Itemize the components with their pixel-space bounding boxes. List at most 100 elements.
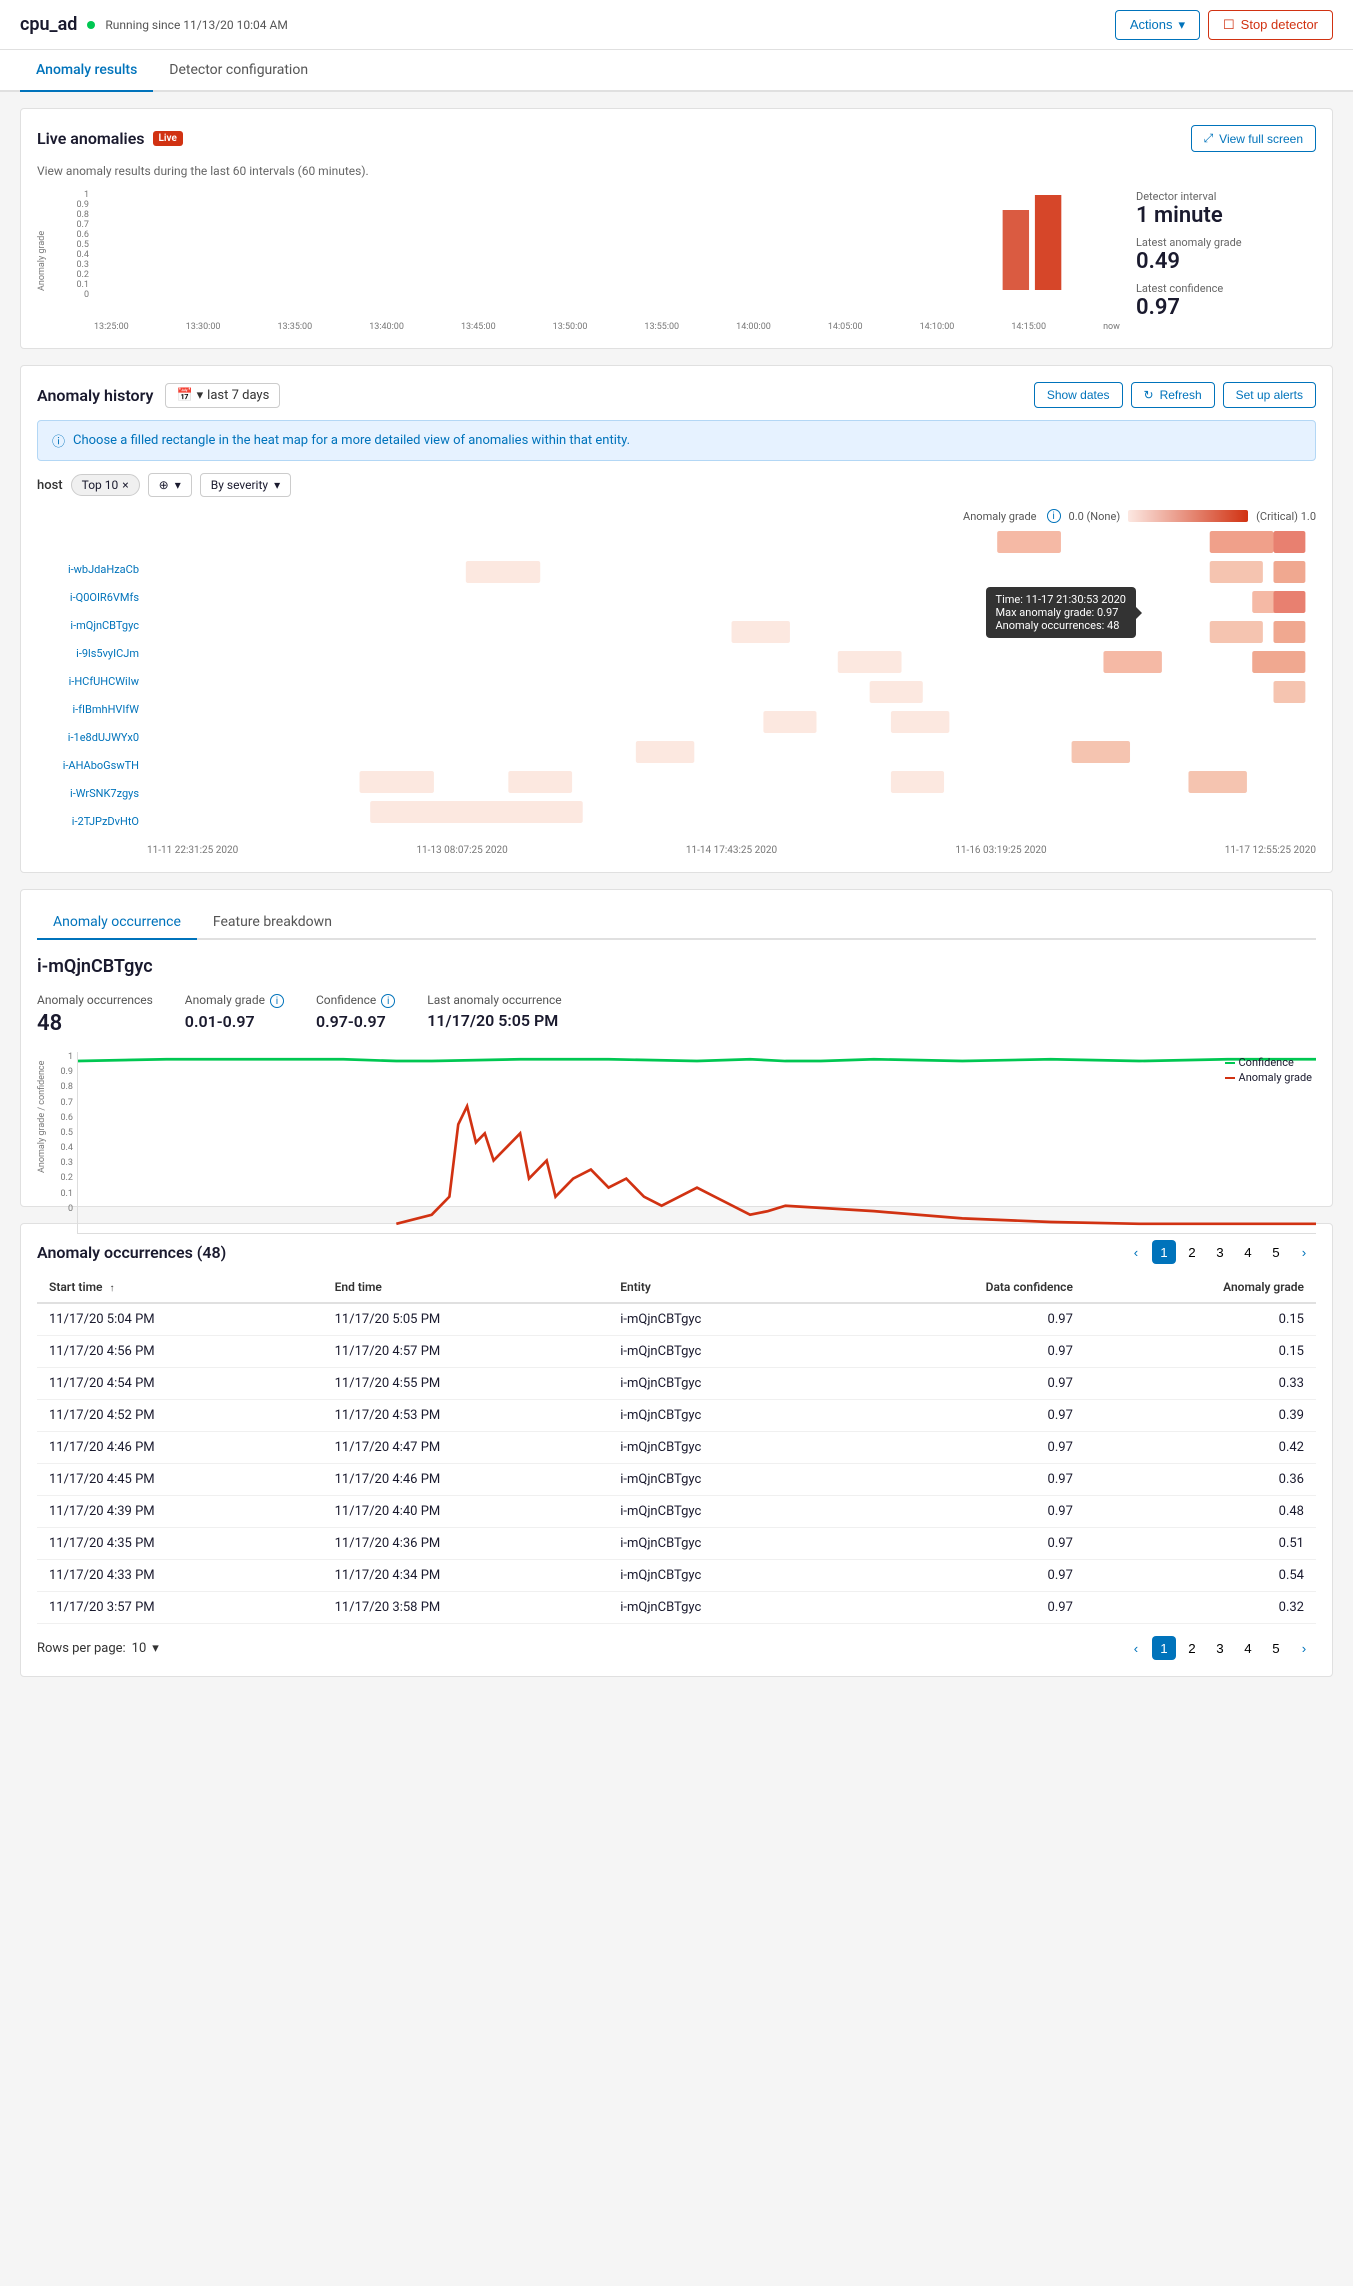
setup-alerts-button[interactable]: Set up alerts: [1223, 382, 1316, 408]
table-body: 11/17/20 5:04 PM 11/17/20 5:05 PM i-mQjn…: [37, 1303, 1316, 1624]
tooltip-occurrences: Anomaly occurrences: 48: [996, 619, 1127, 632]
occurrences-label: Anomaly occurrences: [37, 993, 153, 1007]
close-icon: ×: [122, 478, 128, 492]
bottom-page-1-button[interactable]: 1: [1152, 1636, 1176, 1660]
cell-grade-3: 0.39: [1085, 1400, 1316, 1432]
table-title: Anomaly occurrences (48): [37, 1243, 226, 1262]
top10-pill[interactable]: Top 10 ×: [71, 474, 140, 496]
bottom-page-5-button[interactable]: 5: [1264, 1636, 1288, 1660]
cell-end-9: 11/17/20 3:58 PM: [323, 1592, 609, 1624]
bottom-prev-page-button[interactable]: ‹: [1124, 1636, 1148, 1660]
mini-chart-area: Anomaly grade / confidence 10.90.80.70.6…: [37, 1052, 1316, 1182]
cell-grade-0: 0.15: [1085, 1303, 1316, 1336]
tooltip-grade: Max anomaly grade: 0.97: [996, 606, 1127, 619]
page-4-button[interactable]: 4: [1236, 1240, 1260, 1264]
actions-button[interactable]: Actions ▾: [1115, 10, 1200, 40]
detector-info: Detector interval 1 minute Latest anomal…: [1136, 190, 1316, 332]
cell-confidence-4: 0.97: [840, 1432, 1085, 1464]
occurrences-table: Start time ↑ End time Entity Data confid…: [37, 1272, 1316, 1624]
grade-gradient: [1128, 510, 1248, 522]
bottom-page-4-button[interactable]: 4: [1236, 1636, 1260, 1660]
heatmap-row-label-4[interactable]: i-HCfUHCWiIw: [37, 667, 147, 695]
tab-detector-configuration[interactable]: Detector configuration: [153, 50, 324, 92]
prev-page-button[interactable]: ‹: [1124, 1240, 1148, 1264]
occurrences-table-card: Anomaly occurrences (48) ‹ 1 2 3 4 5 › S…: [20, 1223, 1333, 1677]
cell-start-7: 11/17/20 4:35 PM: [37, 1528, 323, 1560]
page-3-button[interactable]: 3: [1208, 1240, 1232, 1264]
latest-confidence-label: Latest confidence: [1136, 282, 1316, 295]
page-5-button[interactable]: 5: [1264, 1240, 1288, 1264]
heatmap-row-label-7[interactable]: i-AHAboGswTH: [37, 751, 147, 779]
stop-detector-button[interactable]: ☐ Stop detector: [1208, 10, 1333, 40]
tab-anomaly-results[interactable]: Anomaly results: [20, 50, 153, 92]
cell-grade-5: 0.36: [1085, 1464, 1316, 1496]
cell-grade-7: 0.51: [1085, 1528, 1316, 1560]
info-icon-circle: ⓘ: [52, 431, 65, 450]
grade-value: 0.01-0.97: [185, 1012, 284, 1031]
cell-confidence-9: 0.97: [840, 1592, 1085, 1624]
cell-confidence-3: 0.97: [840, 1400, 1085, 1432]
latest-anomaly-value: 0.49: [1136, 249, 1316, 274]
confidence-info-icon[interactable]: i: [381, 994, 395, 1008]
heatmap-label-spacer: [37, 527, 147, 555]
heatmap-controls: host Top 10 × ⊕ ▾ By severity ▾: [37, 473, 1316, 497]
section-tabs: Anomaly occurrence Feature breakdown: [37, 906, 1316, 940]
cell-start-8: 11/17/20 4:33 PM: [37, 1560, 323, 1592]
col-grade[interactable]: Anomaly grade: [1085, 1272, 1316, 1303]
entity-title: i-mQjnCBTgyc: [37, 956, 1316, 977]
metric-last-occurrence: Last anomaly occurrence 11/17/20 5:05 PM: [427, 993, 561, 1036]
bottom-next-page-button[interactable]: ›: [1292, 1636, 1316, 1660]
cell-confidence-2: 0.97: [840, 1368, 1085, 1400]
page-1-button[interactable]: 1: [1152, 1240, 1176, 1264]
info-icon[interactable]: i: [1047, 509, 1061, 523]
heatmap-row-label-1[interactable]: i-Q0OIR6VMfs: [37, 583, 147, 611]
host-dropdown[interactable]: ⊕ ▾: [148, 473, 192, 497]
col-confidence[interactable]: Data confidence: [840, 1272, 1085, 1303]
grade-info-icon[interactable]: i: [270, 994, 284, 1008]
cell-end-4: 11/17/20 4:47 PM: [323, 1432, 609, 1464]
cell-entity-0: i-mQjnCBTgyc: [608, 1303, 840, 1336]
heatmap-row-label-2[interactable]: i-mQjnCBTgyc: [37, 611, 147, 639]
cell-entity-1: i-mQjnCBTgyc: [608, 1336, 840, 1368]
heatmap-row-label-8[interactable]: i-WrSNK7zgys: [37, 779, 147, 807]
confidence-value: 0.97-0.97: [316, 1012, 395, 1031]
heatmap-row-label-6[interactable]: i-1e8dUJWYx0: [37, 723, 147, 751]
live-badge: Live: [153, 131, 183, 146]
cell-end-5: 11/17/20 4:46 PM: [323, 1464, 609, 1496]
sort-dropdown[interactable]: By severity ▾: [200, 473, 291, 497]
chart-x-labels: 13:25:0013:30:0013:35:0013:40:00 13:45:0…: [69, 322, 1120, 332]
chevron-down-icon[interactable]: ▾: [152, 1641, 159, 1656]
heatmap-row-label-0[interactable]: i-wbJdaHzaCb: [37, 555, 147, 583]
table-head: Start time ↑ End time Entity Data confid…: [37, 1272, 1316, 1303]
mini-chart-svg: [78, 1052, 1316, 1233]
nav-tabs: Anomaly results Detector configuration: [0, 50, 1353, 92]
next-page-button[interactable]: ›: [1292, 1240, 1316, 1264]
anomaly-legend: Anomaly grade: [1239, 1071, 1312, 1084]
heatmap-row-label-5[interactable]: i-fIBmhHVIfW: [37, 695, 147, 723]
bottom-page-2-button[interactable]: 2: [1180, 1636, 1204, 1660]
col-end-time[interactable]: End time: [323, 1272, 609, 1303]
cell-entity-2: i-mQjnCBTgyc: [608, 1368, 840, 1400]
cell-grade-9: 0.32: [1085, 1592, 1316, 1624]
cell-end-8: 11/17/20 4:34 PM: [323, 1560, 609, 1592]
cell-confidence-8: 0.97: [840, 1560, 1085, 1592]
date-range-selector[interactable]: 📅 ▾ last 7 days: [165, 383, 280, 408]
col-start-time[interactable]: Start time ↑: [37, 1272, 323, 1303]
bottom-pagination: ‹ 1 2 3 4 5 ›: [1124, 1636, 1316, 1660]
heatmap-row-label-3[interactable]: i-9ls5vyICJm: [37, 639, 147, 667]
show-dates-button[interactable]: Show dates: [1034, 382, 1123, 408]
heatmap-row-label-9[interactable]: i-2TJPzDvHtO: [37, 807, 147, 835]
cell-entity-9: i-mQjnCBTgyc: [608, 1592, 840, 1624]
bottom-page-3-button[interactable]: 3: [1208, 1636, 1232, 1660]
page-content: Live anomalies Live ⤢ View full screen V…: [0, 92, 1353, 1693]
tab-feature-breakdown[interactable]: Feature breakdown: [197, 906, 348, 940]
col-entity[interactable]: Entity: [608, 1272, 840, 1303]
view-fullscreen-button[interactable]: ⤢ View full screen: [1191, 125, 1316, 152]
cell-start-5: 11/17/20 4:45 PM: [37, 1464, 323, 1496]
history-header: Anomaly history 📅 ▾ last 7 days Show dat…: [37, 382, 1316, 408]
header-actions: Actions ▾ ☐ Stop detector: [1115, 10, 1333, 40]
page-2-button[interactable]: 2: [1180, 1240, 1204, 1264]
tab-anomaly-occurrence[interactable]: Anomaly occurrence: [37, 906, 197, 940]
refresh-button[interactable]: ↻ Refresh: [1131, 382, 1215, 408]
mini-y-axis: 10.90.80.70.6 0.50.40.30.20.10: [53, 1052, 73, 1234]
